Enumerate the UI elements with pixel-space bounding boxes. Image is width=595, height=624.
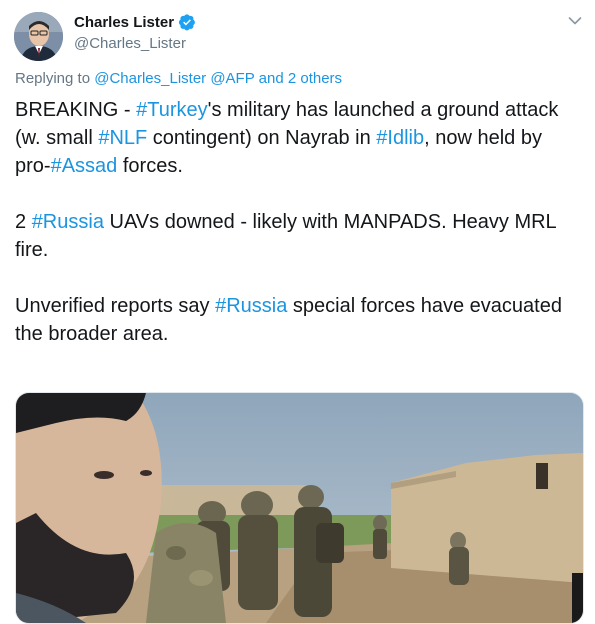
video-thumbnail[interactable] [15,392,584,624]
tweet-text-segment: 2 [15,211,32,233]
reply-user-link[interactable]: @AFP [210,70,254,87]
hashtag-link[interactable]: #NLF [98,127,147,149]
tweet-text-segment: contingent) on Nayrab in [147,127,377,149]
hashtag-link[interactable]: #Assad [51,155,118,177]
chevron-down-icon[interactable] [566,12,584,30]
hashtag-link[interactable]: #Russia [32,211,104,233]
video-frame [16,393,583,623]
author-handle[interactable]: @Charles_Lister [74,35,186,52]
author-name-row: Charles Lister [74,13,196,31]
tweet-text-segment: Unverified reports say [15,295,216,317]
author-display-name[interactable]: Charles Lister [74,14,174,31]
hashtag-link[interactable]: #Idlib [376,127,424,149]
tweet-text-segment: forces. [117,155,183,177]
tweet-paragraph: BREAKING - #Turkey's military has launch… [15,96,580,180]
replying-to-label: Replying to [15,70,91,87]
replying-to: Replying to @Charles_Lister @AFP and 2 o… [15,70,342,87]
tweet-paragraph: 2 #Russia UAVs downed - likely with MANP… [15,208,580,264]
hashtag-link[interactable]: #Russia [215,295,287,317]
reply-and-text: and [258,70,284,87]
tweet-text-segment: BREAKING - [15,99,137,121]
tweet-paragraph: Unverified reports say #Russia special f… [15,292,580,348]
avatar-photo [14,12,63,61]
tweet-card: Charles Lister @Charles_Lister Replying … [0,0,595,624]
reply-others-link[interactable]: 2 others [288,70,342,87]
verified-badge-icon [178,13,196,31]
avatar[interactable] [14,12,63,61]
hashtag-link[interactable]: #Turkey [136,99,208,121]
reply-user-link[interactable]: @Charles_Lister [94,70,206,87]
tweet-body: BREAKING - #Turkey's military has launch… [15,96,580,348]
